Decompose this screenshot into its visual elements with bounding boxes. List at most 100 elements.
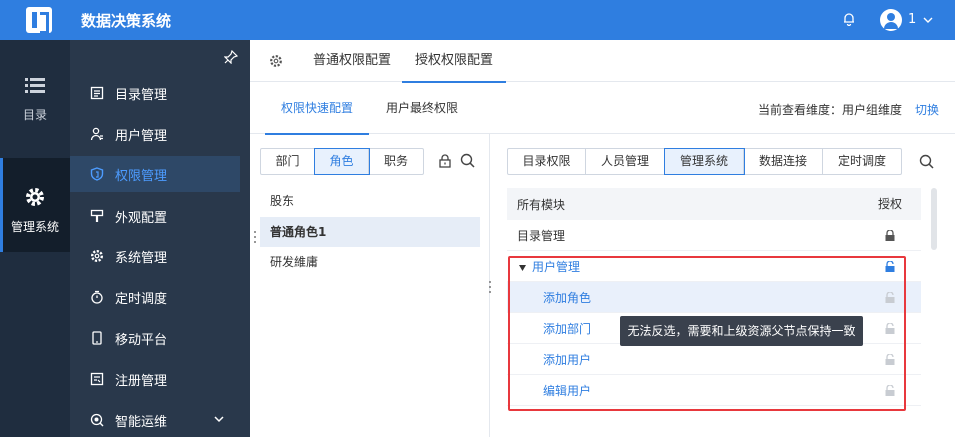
- pin-icon[interactable]: [224, 50, 238, 64]
- sidebar-item-label: 外观配置: [115, 210, 168, 226]
- tab-schedule[interactable]: 定时调度: [823, 149, 901, 174]
- sidebar-item-ops[interactable]: 智能运维: [70, 402, 240, 437]
- sidebar-item-permissions[interactable]: 权限管理: [70, 156, 240, 192]
- paint-icon: [90, 209, 104, 222]
- tab-final-permission[interactable]: 用户最终权限: [386, 82, 458, 134]
- sidebar: 目录管理 用户管理 权限管理 外观配置 系统管理 定时调度 移动平台 注册管理 …: [70, 40, 250, 437]
- app-logo: [26, 7, 52, 34]
- sidebar-item-schedule[interactable]: 定时调度: [70, 279, 240, 315]
- scrollbar[interactable]: [931, 188, 937, 250]
- sidebar-item-register[interactable]: 注册管理: [70, 361, 240, 397]
- tab-catalog-permission[interactable]: 目录权限: [508, 149, 586, 174]
- drag-handle-icon[interactable]: [253, 230, 257, 244]
- row-label: 编辑用户: [543, 383, 592, 398]
- lock-icon[interactable]: [438, 154, 452, 168]
- row-label: 添加角色: [543, 290, 592, 305]
- sidebar-item-label: 目录管理: [115, 87, 168, 103]
- auth-cell: [859, 344, 921, 374]
- list-item[interactable]: 普通角色1: [260, 217, 480, 247]
- permission-table: 所有模块 授权 目录管理 用户管理 添加角色 添加部门 添加用户 编辑用户: [507, 188, 921, 406]
- sidebar-item-mobile[interactable]: 移动平台: [70, 320, 240, 356]
- ops-icon: [90, 413, 104, 427]
- bell-icon[interactable]: [842, 12, 856, 26]
- seg-role[interactable]: 角色: [314, 148, 370, 175]
- mobile-icon: [92, 331, 102, 345]
- table-row[interactable]: 目录管理: [507, 220, 921, 251]
- auth-cell: [859, 282, 921, 312]
- list-icon: [25, 78, 45, 93]
- auth-cell: [859, 251, 921, 281]
- shield-icon: [90, 167, 104, 181]
- switch-link[interactable]: 切换: [915, 101, 939, 118]
- chevron-down-icon[interactable]: [213, 413, 225, 425]
- rail-item-admin[interactable]: 管理系统: [0, 158, 70, 252]
- user-name[interactable]: 1: [908, 12, 916, 27]
- unlock-icon[interactable]: [884, 292, 896, 303]
- table-row[interactable]: 添加角色: [507, 282, 921, 313]
- chevron-down-icon[interactable]: [922, 14, 934, 26]
- row-label-text: 用户管理: [532, 259, 581, 274]
- sidebar-item-label: 用户管理: [115, 128, 168, 144]
- sidebar-item-label: 系统管理: [115, 250, 168, 266]
- gear-icon: [90, 249, 104, 263]
- tab-normal-permission[interactable]: 普通权限配置: [313, 40, 391, 82]
- timer-icon: [91, 290, 103, 304]
- dimension-label: 当前查看维度：用户组维度: [758, 103, 903, 117]
- list-item[interactable]: 股东: [260, 186, 480, 216]
- table-row[interactable]: 添加用户: [507, 344, 921, 375]
- sidebar-item-label: 智能运维: [115, 414, 168, 430]
- top-bar: 数据决策系统 1: [0, 0, 955, 40]
- sidebar-item-label: 权限管理: [115, 168, 168, 184]
- role-type-selector: 部门 角色 职务: [260, 148, 424, 175]
- tab-personnel[interactable]: 人员管理: [586, 149, 665, 174]
- row-label: 目录管理: [517, 228, 566, 243]
- table-header: 所有模块 授权: [507, 188, 921, 220]
- column-header-auth: 授权: [877, 197, 902, 211]
- sidebar-item-label: 移动平台: [115, 332, 168, 348]
- sidebar-item-appearance[interactable]: 外观配置: [70, 198, 240, 234]
- app-title: 数据决策系统: [81, 11, 172, 30]
- caret-down-icon[interactable]: [519, 264, 526, 271]
- tooltip: 无法反选，需要和上级资源父节点保持一致: [620, 316, 863, 346]
- search-icon[interactable]: [919, 154, 934, 169]
- table-row[interactable]: 编辑用户: [507, 375, 921, 406]
- unlock-icon[interactable]: [884, 323, 896, 334]
- list-item[interactable]: 研发維庸: [260, 247, 480, 277]
- gear-icon[interactable]: [269, 54, 283, 68]
- seg-department[interactable]: 部门: [261, 149, 315, 174]
- sidebar-item-catalog[interactable]: 目录管理: [70, 75, 240, 111]
- tab-quick-config[interactable]: 权限快速配置: [264, 82, 370, 135]
- nav-rail: 目录 管理系统: [0, 40, 70, 437]
- catalog-icon: [90, 86, 104, 100]
- gear-icon: [26, 188, 44, 206]
- row-label: 添加用户: [543, 352, 592, 367]
- lock-icon[interactable]: [884, 230, 896, 241]
- sidebar-item-label: 定时调度: [115, 291, 168, 307]
- unlock-icon[interactable]: [884, 354, 896, 365]
- unlock-icon[interactable]: [884, 261, 896, 272]
- left-pane: 部门 角色 职务 股东 普通角色1 研发維庸: [250, 134, 490, 437]
- auth-cell: [859, 313, 921, 343]
- avatar[interactable]: [880, 9, 902, 31]
- rail-item-label: 管理系统: [10, 220, 59, 234]
- search-icon[interactable]: [460, 153, 475, 168]
- register-icon: [90, 372, 104, 386]
- tab-admin-system[interactable]: 管理系统: [664, 148, 745, 175]
- seg-position[interactable]: 职务: [369, 149, 423, 174]
- tab-grant-permission[interactable]: 授权权限配置: [401, 40, 507, 83]
- category-tabs: 目录权限 人员管理 管理系统 数据连接 定时调度: [507, 148, 902, 175]
- row-label: 用户管理: [507, 258, 859, 275]
- rail-item-catalog[interactable]: 目录: [0, 68, 70, 138]
- tab-data-connection[interactable]: 数据连接: [744, 149, 823, 174]
- main-tabs: 普通权限配置 授权权限配置: [250, 40, 955, 83]
- user-icon: [90, 127, 103, 141]
- sidebar-item-system[interactable]: 系统管理: [70, 238, 240, 274]
- sidebar-item-users[interactable]: 用户管理: [70, 116, 240, 152]
- right-pane: 目录权限 人员管理 管理系统 数据连接 定时调度 所有模块 授权 目录管理 用户…: [491, 134, 955, 437]
- auth-cell: [859, 375, 921, 405]
- column-header-module: 所有模块: [517, 197, 566, 212]
- auth-cell: [859, 220, 921, 250]
- table-row[interactable]: 用户管理: [507, 251, 921, 282]
- unlock-icon[interactable]: [884, 385, 896, 396]
- rail-item-label: 目录: [22, 108, 47, 122]
